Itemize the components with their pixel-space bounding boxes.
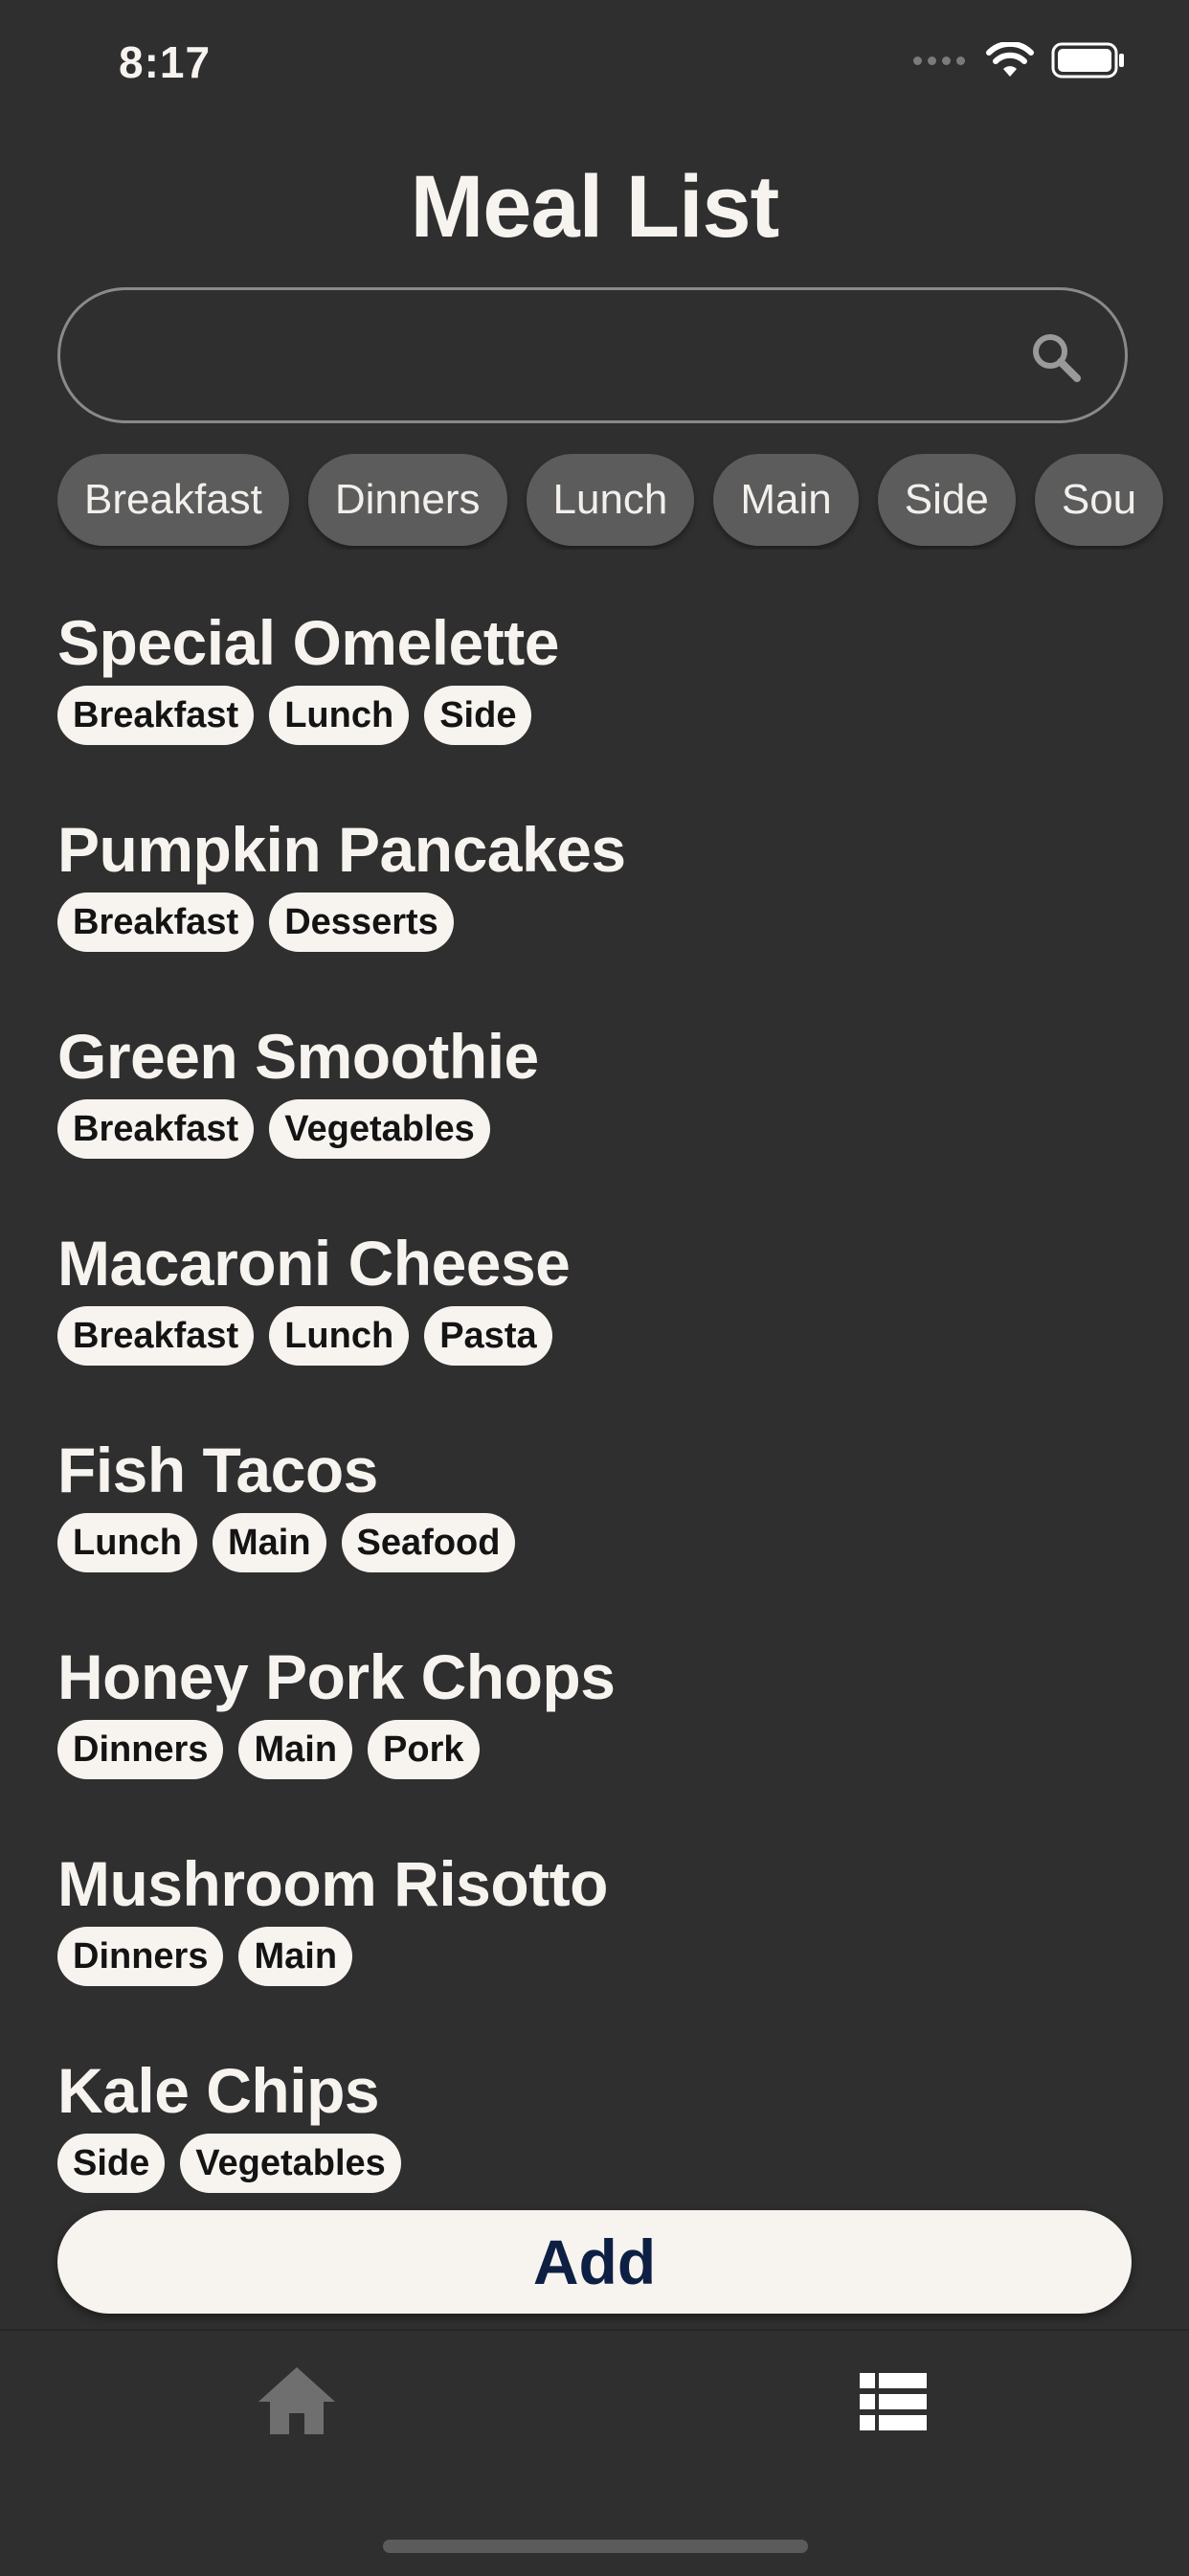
meal-name: Honey Pork Chops — [57, 1641, 616, 1712]
battery-icon — [1051, 42, 1124, 79]
meal-list-item[interactable]: Macaroni Cheese Breakfast Lunch Pasta — [57, 1222, 1130, 1429]
filter-chip[interactable]: Breakfast — [57, 454, 289, 546]
meal-list-item[interactable]: Honey Pork Chops Dinners Main Pork — [57, 1636, 1130, 1842]
page-title: Meal List — [410, 158, 780, 256]
meal-name: Macaroni Cheese — [57, 1228, 571, 1299]
meal-tag: Desserts — [269, 893, 454, 952]
search-bar[interactable] — [57, 287, 1128, 423]
filter-chip[interactable]: Main — [713, 454, 859, 546]
meal-tag: Lunch — [269, 1306, 410, 1366]
wifi-icon — [986, 42, 1034, 77]
meal-name: Fish Tacos — [57, 1435, 378, 1505]
tab-bar — [0, 2329, 1189, 2576]
meal-tag: Breakfast — [57, 686, 255, 745]
meal-tag: Lunch — [269, 686, 410, 745]
meal-list: Special Omelette Breakfast Lunch Side Pumpki… — [57, 601, 1130, 2256]
meal-list-item[interactable]: Special Omelette Breakfast Lunch Side — [57, 601, 1130, 808]
list-icon[interactable] — [860, 2373, 927, 2430]
filter-chip[interactable]: Lunch — [526, 454, 695, 546]
search-input[interactable] — [99, 319, 1021, 397]
meal-tag: Pork — [368, 1720, 480, 1779]
status-bar: 8:17 — [0, 0, 1189, 129]
status-icons — [913, 42, 1126, 79]
meal-tag: Pasta — [424, 1306, 552, 1366]
meal-tag: Lunch — [57, 1513, 197, 1572]
meal-name: Mushroom Risotto — [57, 1848, 608, 1919]
meal-tags: Breakfast Desserts — [57, 893, 1130, 952]
meal-tag: Breakfast — [57, 893, 255, 952]
meal-tag: Vegetables — [180, 2134, 401, 2193]
meal-name: Green Smoothie — [57, 1021, 539, 1092]
home-indicator — [383, 2540, 808, 2553]
meal-list-item[interactable]: Mushroom Risotto Dinners Main — [57, 1842, 1130, 2049]
cellular-signal-icon — [913, 56, 965, 65]
meal-name: Pumpkin Pancakes — [57, 814, 626, 885]
meal-tag: Dinners — [57, 1720, 224, 1779]
meal-tags: Breakfast Vegetables — [57, 1099, 1130, 1159]
status-time: 8:17 — [119, 37, 212, 87]
home-icon[interactable] — [257, 2365, 337, 2436]
meal-tag: Side — [57, 2134, 166, 2193]
meal-tags: Dinners Main — [57, 1927, 1130, 1986]
meal-tags: Dinners Main Pork — [57, 1720, 1130, 1779]
filter-chip[interactable]: Sou — [1034, 454, 1164, 546]
meal-tag: Vegetables — [269, 1099, 490, 1159]
meal-tag: Dinners — [57, 1927, 224, 1986]
meal-tag: Breakfast — [57, 1099, 255, 1159]
meal-tags: Breakfast Lunch Pasta — [57, 1306, 1130, 1366]
add-button[interactable]: Add — [57, 2210, 1132, 2314]
search-icon[interactable] — [1027, 328, 1085, 386]
category-filter-row: Breakfast Dinners Lunch Main Side Sou — [57, 454, 1189, 550]
meal-name: Special Omelette — [57, 607, 559, 678]
meal-tags: Breakfast Lunch Side — [57, 686, 1130, 745]
meal-tag: Side — [424, 686, 532, 745]
meal-tag: Main — [238, 1720, 353, 1779]
meal-name: Kale Chips — [57, 2055, 380, 2126]
meal-tag: Seafood — [341, 1513, 516, 1572]
filter-chip[interactable]: Side — [877, 454, 1016, 546]
meal-list-item[interactable]: Fish Tacos Lunch Main Seafood — [57, 1429, 1130, 1636]
meal-tag: Main — [238, 1927, 353, 1986]
filter-chip[interactable]: Dinners — [307, 454, 507, 546]
meal-tags: Lunch Main Seafood — [57, 1513, 1130, 1572]
meal-list-item[interactable]: Pumpkin Pancakes Breakfast Desserts — [57, 808, 1130, 1015]
meal-tag: Main — [212, 1513, 326, 1572]
meal-tag: Breakfast — [57, 1306, 255, 1366]
meal-list-item[interactable]: Green Smoothie Breakfast Vegetables — [57, 1015, 1130, 1222]
meal-tags: Side Vegetables — [57, 2134, 1130, 2193]
